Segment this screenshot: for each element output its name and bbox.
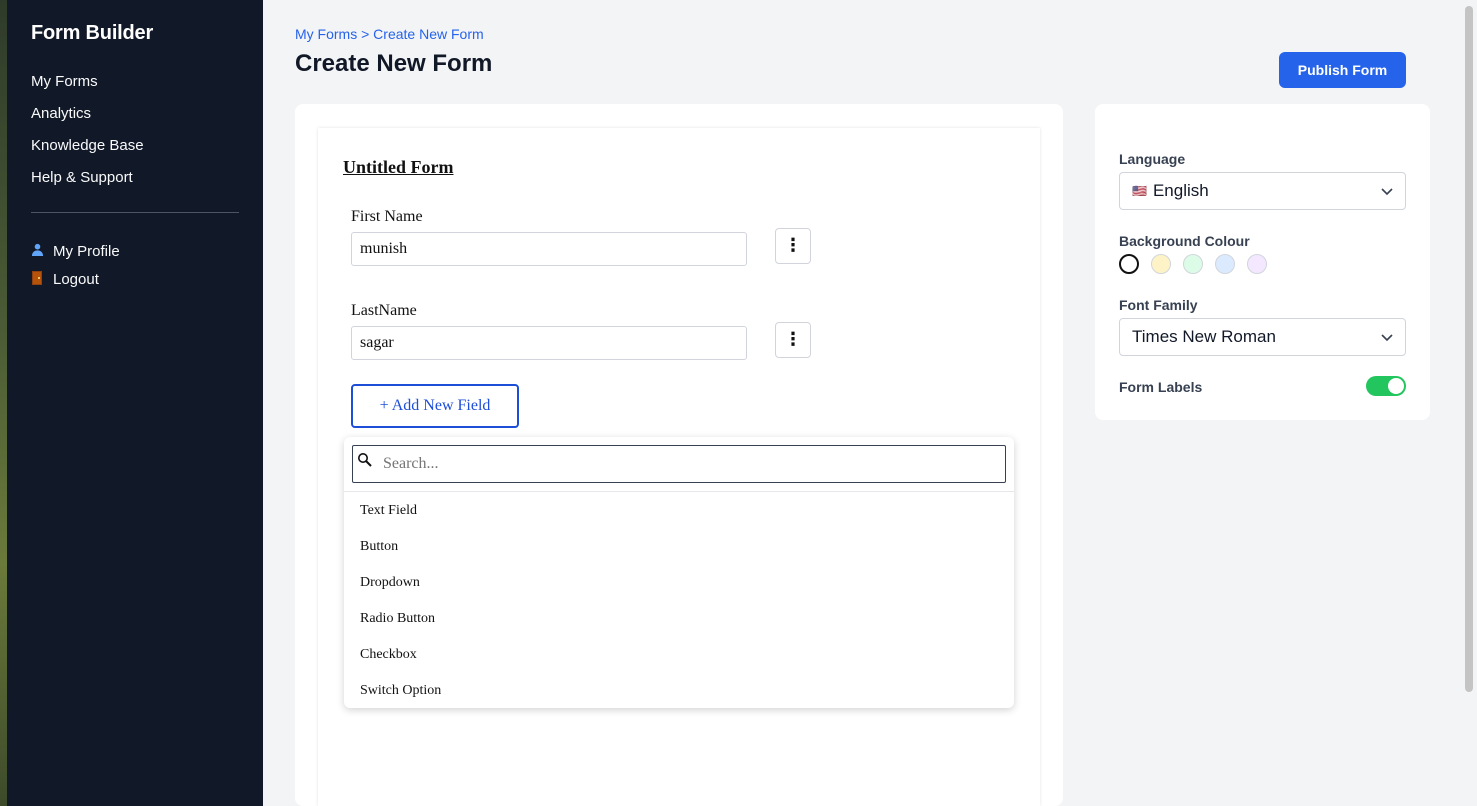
sidebar-divider: [31, 212, 239, 213]
sidebar-item-my-forms[interactable]: My Forms: [31, 72, 144, 104]
menu-item-button[interactable]: Button: [360, 539, 398, 555]
us-flag-icon: 🇺🇸: [1132, 184, 1147, 198]
menu-item-dropdown[interactable]: Dropdown: [360, 575, 420, 591]
menu-separator: [344, 491, 1014, 492]
sidebar-item-analytics[interactable]: Analytics: [31, 104, 144, 136]
swatch-yellow[interactable]: [1151, 254, 1171, 274]
add-new-field-button[interactable]: + Add New Field: [351, 384, 519, 428]
page-title: Create New Form: [295, 50, 493, 77]
field-search-box[interactable]: [352, 445, 1006, 483]
menu-item-switch-option[interactable]: Switch Option: [360, 683, 441, 699]
swatch-white[interactable]: [1119, 254, 1139, 274]
form-labels-label: Form Labels: [1119, 379, 1203, 395]
kebab-menu-icon: ⋮: [784, 235, 802, 256]
menu-item-checkbox[interactable]: Checkbox: [360, 647, 417, 663]
swatch-green[interactable]: [1183, 254, 1203, 274]
chevron-down-icon: [1381, 188, 1393, 196]
sidebar: Form Builder My Forms Analytics Knowledg…: [7, 0, 263, 806]
field-options-button[interactable]: ⋮: [775, 322, 811, 358]
sidebar-item-knowledge-base[interactable]: Knowledge Base: [31, 136, 144, 168]
font-family-value: Times New Roman: [1132, 327, 1276, 346]
door-icon: [31, 270, 53, 288]
sidebar-item-help-support[interactable]: Help & Support: [31, 168, 144, 200]
language-select[interactable]: 🇺🇸 English: [1119, 172, 1406, 210]
first-name-input[interactable]: [351, 232, 747, 266]
field-type-menu: Text Field Button Dropdown Radio Button …: [344, 437, 1014, 708]
chevron-down-icon: [1381, 334, 1393, 342]
background-colour-label: Background Colour: [1119, 233, 1250, 249]
font-family-label: Font Family: [1119, 297, 1198, 313]
swatch-blue[interactable]: [1215, 254, 1235, 274]
toggle-knob: [1388, 378, 1404, 394]
language-value: English: [1152, 181, 1209, 200]
field-options-button[interactable]: ⋮: [775, 228, 811, 264]
field-label-first-name: First Name: [351, 208, 423, 225]
field-label-last-name: LastName: [351, 302, 417, 319]
font-family-select[interactable]: Times New Roman: [1119, 318, 1406, 356]
logout-link[interactable]: Logout: [31, 265, 120, 293]
form-labels-toggle[interactable]: [1366, 376, 1406, 396]
sidebar-nav: My Forms Analytics Knowledge Base Help &…: [31, 72, 144, 200]
swatch-purple[interactable]: [1247, 254, 1267, 274]
form-title[interactable]: Untitled Form: [343, 157, 453, 178]
search-icon: [357, 452, 373, 473]
menu-item-text-field[interactable]: Text Field: [360, 503, 417, 519]
last-name-input[interactable]: [351, 326, 747, 360]
page-scrollbar[interactable]: [1465, 6, 1473, 692]
menu-item-radio-button[interactable]: Radio Button: [360, 611, 435, 627]
form-settings-panel: Language 🇺🇸 English Background Colour Fo…: [1095, 104, 1430, 420]
account-nav: My Profile Logout: [31, 237, 120, 293]
brand-title: Form Builder: [31, 22, 154, 44]
my-profile-link[interactable]: My Profile: [31, 237, 120, 265]
logout-label: Logout: [53, 270, 99, 288]
breadcrumb[interactable]: My Forms > Create New Form: [295, 26, 484, 42]
background-image-strip: [0, 0, 7, 806]
field-search-input[interactable]: [383, 446, 999, 482]
my-profile-label: My Profile: [53, 242, 120, 260]
language-label: Language: [1119, 151, 1186, 167]
kebab-menu-icon: ⋮: [784, 329, 802, 350]
publish-form-button[interactable]: Publish Form: [1279, 52, 1406, 88]
user-icon: [31, 243, 53, 259]
